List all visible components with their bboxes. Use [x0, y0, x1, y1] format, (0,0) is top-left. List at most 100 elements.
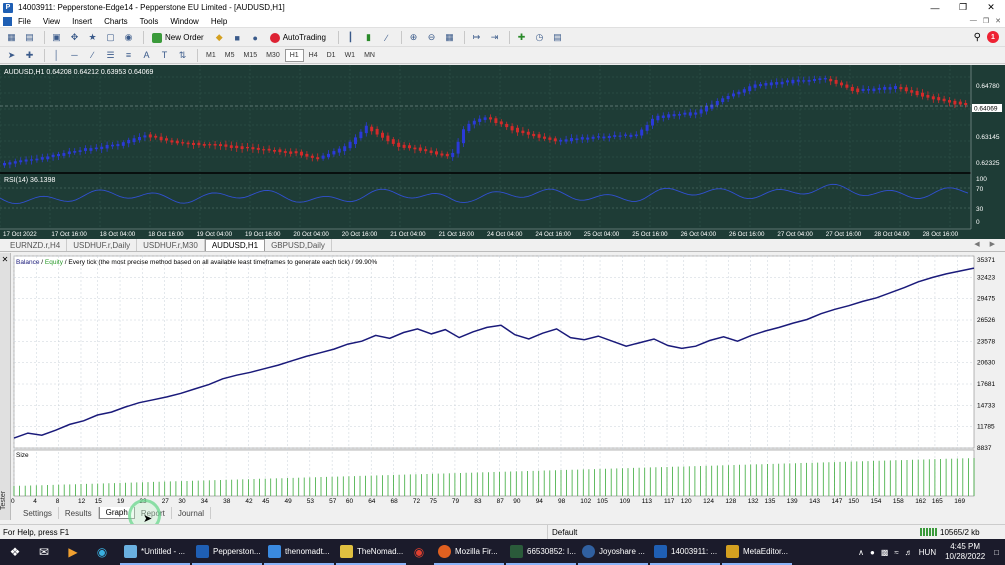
tab-scroll-arrows[interactable]: ◀ ▶ [974, 240, 999, 248]
close-tester-icon[interactable]: ✕ [0, 255, 10, 264]
templates-icon[interactable]: ▤ [550, 31, 565, 45]
text-icon[interactable]: A [139, 48, 154, 62]
tray-chevron-icon[interactable]: ∧ [858, 548, 864, 557]
taskbar-app-metaeditor[interactable]: MetaEditor... [722, 539, 792, 565]
trendline-icon[interactable]: ∕ [85, 48, 100, 62]
tf-m15[interactable]: M15 [239, 49, 261, 62]
close-button[interactable]: ✕ [977, 0, 1005, 15]
mdi-minimize-button[interactable]: — [970, 17, 977, 25]
mail-icon[interactable]: ✉ [33, 541, 55, 563]
signals-icon[interactable]: ● [248, 31, 263, 45]
taskbar-app-firefox[interactable]: Mozilla Fir... [434, 539, 504, 565]
chart-shift-icon[interactable]: ⇥ [487, 31, 502, 45]
search-icon[interactable]: ⚲ [974, 32, 981, 43]
taskbar-app-thenomad[interactable]: TheNomad... [336, 539, 406, 565]
edge-icon[interactable]: ◉ [91, 541, 113, 563]
equidistant-channel-icon[interactable]: ☰ [103, 48, 118, 62]
candle-body [672, 114, 676, 117]
x-tick-label: 102 [580, 498, 591, 505]
tf-mn[interactable]: MN [360, 49, 379, 62]
language-indicator[interactable]: HUN [919, 548, 936, 557]
taskbar-app-joyoshare[interactable]: Joyoshare ... [578, 539, 648, 565]
indicators-icon[interactable]: ✚ [514, 31, 529, 45]
taskbar-app-pepperstone[interactable]: Pepperston... [192, 539, 262, 565]
profiles-icon[interactable]: ▤ [22, 31, 37, 45]
chart-window-icon[interactable] [3, 16, 12, 26]
price-chart-canvas[interactable]: AUDUSD,H1 0.64208 0.64212 0.63953 0.6406… [0, 65, 1005, 239]
price-chart[interactable]: AUDUSD,H1 0.64208 0.64212 0.63953 0.6406… [0, 65, 1005, 239]
horizontal-line-icon[interactable]: ─ [67, 48, 82, 62]
chart-tab-audusd[interactable]: AUDUSD,H1 [204, 239, 266, 251]
bluetooth-icon[interactable]: ● [870, 548, 875, 557]
strategy-tester-icon[interactable]: ◉ [121, 31, 136, 45]
notification-center-icon[interactable]: □ [994, 548, 999, 557]
taskbar-app-metatrader[interactable]: 66530852: I... [506, 539, 576, 565]
menu-tools[interactable]: Tools [134, 17, 165, 26]
menu-view[interactable]: View [37, 17, 66, 26]
clock[interactable]: 4:45 PM 10/28/2022 [945, 542, 985, 562]
tab-journal[interactable]: Journal [172, 507, 212, 519]
zoom-in-icon[interactable]: ⊕ [406, 31, 421, 45]
mdi-close-button[interactable]: ✕ [995, 17, 1001, 25]
tf-h1[interactable]: H1 [284, 48, 304, 62]
candle-body [256, 147, 260, 150]
menu-charts[interactable]: Charts [98, 17, 134, 26]
metaeditor-icon[interactable]: ◆ [212, 31, 227, 45]
tf-d1[interactable]: D1 [323, 49, 340, 62]
arrows-icon[interactable]: ⇅ [175, 48, 190, 62]
tf-w1[interactable]: W1 [341, 49, 360, 62]
tester-graph[interactable]: 8837 11785 14733 17681 20630 23578 26526 29475 3… [11, 253, 1005, 506]
zoom-out-icon[interactable]: ⊖ [424, 31, 439, 45]
tf-m5[interactable]: M5 [221, 49, 239, 62]
menu-insert[interactable]: Insert [66, 17, 98, 26]
menu-help[interactable]: Help [205, 17, 233, 26]
taskbar-app-thenomadt[interactable]: thenomadt... [264, 539, 334, 565]
tab-results[interactable]: Results [59, 507, 99, 519]
mdi-restore-button[interactable]: ❐ [983, 17, 989, 25]
crosshair-icon[interactable]: ✚ [22, 48, 37, 62]
menu-window[interactable]: Window [164, 17, 204, 26]
chart-tab-usdhuf-m30[interactable]: USDHUF.r,M30 [137, 239, 205, 251]
volume-icon[interactable]: ♬ [905, 548, 913, 557]
market-watch-icon[interactable]: ▣ [49, 31, 64, 45]
network-icon[interactable]: ▩ [881, 548, 889, 557]
auto-scroll-icon[interactable]: ↦ [469, 31, 484, 45]
tf-m1[interactable]: M1 [202, 49, 220, 62]
text-label-icon[interactable]: T [157, 48, 172, 62]
line-chart-icon[interactable]: ∕ [379, 31, 394, 45]
vertical-line-icon[interactable]: │ [49, 48, 64, 62]
taskbar-app-untitled[interactable]: *Untitled - ... [120, 539, 190, 565]
periods-icon[interactable]: ◷ [532, 31, 547, 45]
profile-status[interactable]: Default [548, 525, 920, 540]
media-player-icon[interactable]: ▶ [62, 541, 84, 563]
chart-tab-eurnzd[interactable]: EURNZD.r,H4 [4, 239, 68, 251]
candle-body [861, 88, 865, 91]
time-axis-label: 21 Oct 16:00 [439, 231, 475, 238]
minimize-button[interactable]: — [921, 0, 949, 15]
notifications-icon[interactable]: 1 [987, 31, 999, 43]
new-order-button[interactable]: New Order [148, 31, 208, 45]
taskbar-app-terminal[interactable]: 14003911: ... [650, 539, 720, 565]
navigator-icon[interactable]: ★ [85, 31, 100, 45]
tf-m30[interactable]: M30 [262, 49, 284, 62]
new-chart-icon[interactable]: ▦ [4, 31, 19, 45]
tab-settings[interactable]: Settings [17, 507, 59, 519]
chrome-icon[interactable]: ◉ [408, 541, 430, 563]
candle-body [19, 160, 23, 163]
fibonacci-icon[interactable]: ≡ [121, 48, 136, 62]
restore-button[interactable]: ❐ [949, 0, 977, 15]
menu-file[interactable]: File [12, 17, 37, 26]
bar-chart-icon[interactable]: ┃ [343, 31, 358, 45]
chart-tab-usdhuf-daily[interactable]: USDHUF.r,Daily [67, 239, 138, 251]
candlestick-icon[interactable]: ▮ [361, 31, 376, 45]
terminal-icon[interactable]: ▢ [103, 31, 118, 45]
data-window-icon[interactable]: ✥ [67, 31, 82, 45]
windows-start-icon[interactable]: ❖ [4, 541, 26, 563]
autotrading-button[interactable]: AutoTrading [266, 31, 330, 45]
tf-h4[interactable]: H4 [305, 49, 322, 62]
tile-windows-icon[interactable]: ▦ [442, 31, 457, 45]
wifi-icon[interactable]: ≈ [894, 548, 898, 557]
chart-tab-gbpusd[interactable]: GBPUSD,Daily [265, 239, 332, 251]
cursor-icon[interactable]: ➤ [4, 48, 19, 62]
market-icon[interactable]: ■ [230, 31, 245, 45]
